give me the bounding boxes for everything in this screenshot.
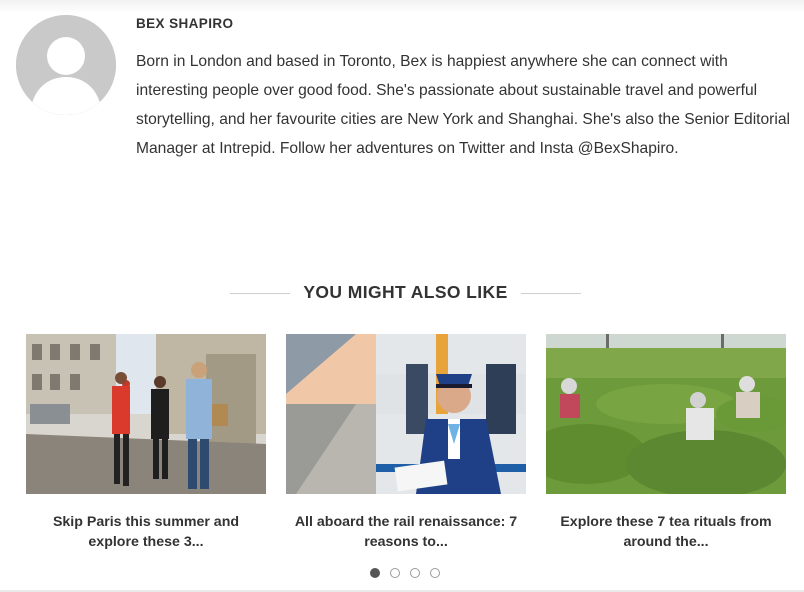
- top-shadow: [0, 0, 804, 14]
- heading-divider-right: [521, 293, 581, 294]
- heading-divider-left: [230, 293, 290, 294]
- related-heading: YOU MIGHT ALSO LIKE: [303, 282, 508, 302]
- card-title[interactable]: Skip Paris this summer and explore these…: [26, 512, 266, 552]
- related-card[interactable]: Skip Paris this summer and explore these…: [26, 334, 266, 552]
- card-title[interactable]: Explore these 7 tea rituals from around …: [546, 512, 786, 552]
- author-name: BEX SHAPIRO: [136, 16, 234, 31]
- carousel-dot-4[interactable]: [430, 568, 440, 578]
- default-user-icon: [16, 15, 116, 115]
- card-image-paris[interactable]: [26, 334, 266, 494]
- carousel-pagination: [370, 568, 440, 580]
- related-card[interactable]: Explore these 7 tea rituals from around …: [546, 334, 786, 552]
- related-card[interactable]: All aboard the rail renaissance: 7 reaso…: [286, 334, 526, 552]
- carousel-dot-3[interactable]: [410, 568, 420, 578]
- related-heading-wrap: YOU MIGHT ALSO LIKE: [0, 282, 804, 304]
- author-bio: Born in London and based in Toronto, Bex…: [136, 53, 790, 157]
- author-avatar: [16, 15, 116, 115]
- card-image-tea[interactable]: [546, 334, 786, 494]
- carousel-dot-1[interactable]: [370, 568, 380, 578]
- card-image-train[interactable]: [286, 334, 526, 494]
- carousel-dot-2[interactable]: [390, 568, 400, 578]
- card-title[interactable]: All aboard the rail renaissance: 7 reaso…: [286, 512, 526, 552]
